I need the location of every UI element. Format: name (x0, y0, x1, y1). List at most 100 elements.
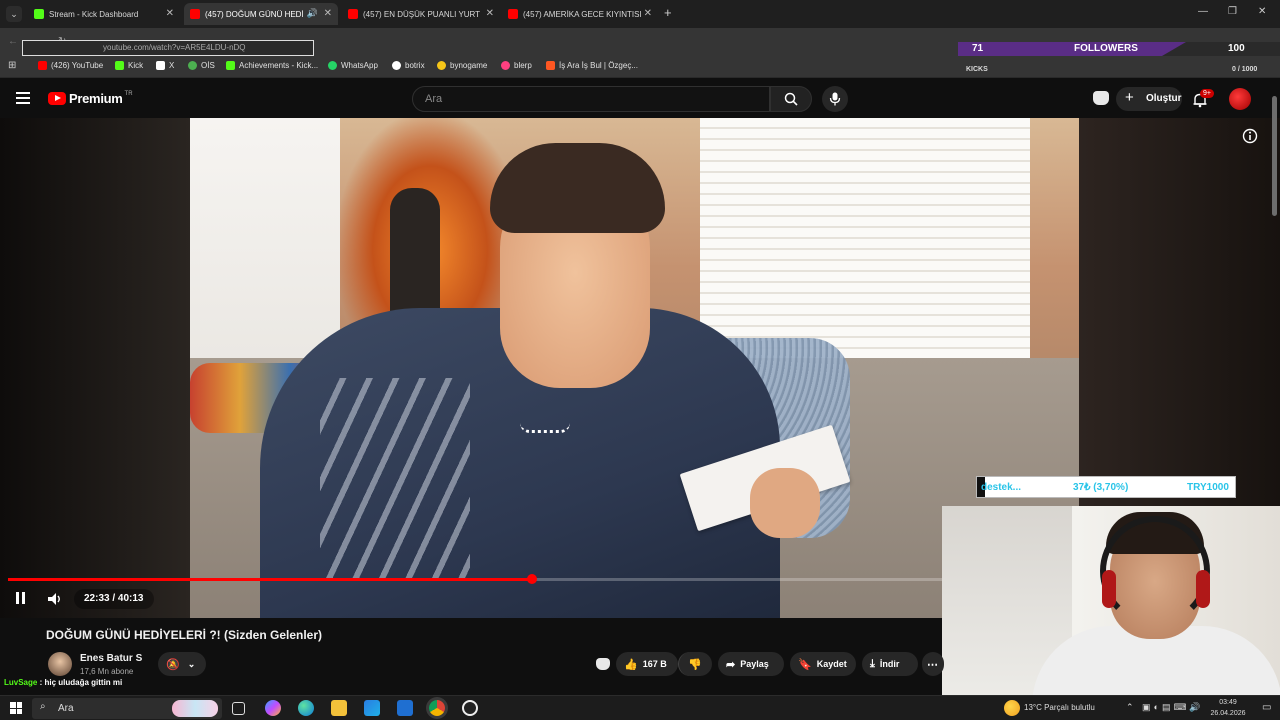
scrollbar-thumb[interactable] (1272, 96, 1277, 216)
save-button[interactable]: 🔖 Kaydet (790, 652, 856, 676)
tab-label: (457) EN DÜŞÜK PUANLI YURT (363, 9, 481, 19)
bookmark-blerp[interactable]: blerp (501, 61, 532, 70)
progress-scrubber[interactable] (527, 574, 537, 584)
tray-icons[interactable]: ▣◐▤⌨🔊 (1142, 702, 1204, 713)
weather-text[interactable]: 13°C Parçalı bulutlu (1024, 703, 1095, 712)
task-view-icon[interactable] (232, 702, 245, 715)
tab-youtube-amerika[interactable]: (457) AMERİKA GECE KIYINTISI ✕ (502, 3, 658, 25)
tab-search-dropdown[interactable]: ⌄ (6, 6, 22, 22)
voice-search-button[interactable] (822, 86, 848, 112)
store-icon[interactable] (364, 700, 380, 716)
ai-sparkle-icon[interactable] (596, 658, 610, 670)
menu-icon[interactable] (16, 92, 30, 104)
tab-kick-dashboard[interactable]: Stream - Kick Dashboard ✕ (28, 3, 180, 25)
bookmark-botrix[interactable]: botrix (392, 61, 425, 70)
window-blinds (700, 118, 1030, 368)
tab-youtube-dogum-gunu[interactable]: (457) DOĞUM GÜNÜ HEDİ 🔊 ✕ (184, 3, 338, 25)
new-tab-icon[interactable]: + (664, 5, 672, 20)
donation-progress: 37₺ (3,70%) (1073, 482, 1129, 493)
bookmark-kick[interactable]: Kick (115, 61, 143, 70)
bookmark-youtube[interactable]: (426) YouTube (38, 61, 103, 70)
blerp-icon (501, 61, 510, 70)
bookmark-x[interactable]: X (156, 61, 174, 70)
close-icon[interactable]: ✕ (644, 8, 652, 19)
weather-icon[interactable] (1004, 700, 1020, 716)
volume-icon[interactable] (47, 592, 63, 606)
youtube-icon (190, 9, 200, 19)
gamepad-icon[interactable] (1093, 91, 1109, 105)
bookmark-ois[interactable]: OİS (188, 61, 215, 70)
donation-goal: TRY1000 (1187, 482, 1229, 493)
progress-played (8, 578, 532, 581)
bookmark-label: WhatsApp (341, 61, 378, 70)
search-placeholder: Ara (425, 93, 443, 105)
video-progress-bar[interactable] (8, 574, 942, 584)
bookmark-label: X (169, 61, 175, 70)
tray-overflow-icon[interactable]: ⌃ (1126, 702, 1134, 713)
botrix-icon (392, 61, 401, 70)
bookmark-label: Achievements - Kick... (239, 61, 319, 70)
avatar[interactable] (1229, 88, 1251, 110)
taskbar-search[interactable]: ⌕ Ara (32, 698, 222, 719)
like-count: 167 B (642, 659, 667, 669)
share-button[interactable]: ➦ Paylaş (718, 652, 784, 676)
thumbs-up-icon: 👍 (624, 658, 638, 671)
channel-avatar[interactable] (48, 652, 72, 676)
download-button[interactable]: ⤓ İndir (862, 652, 918, 676)
share-label: Paylaş (740, 659, 769, 669)
pause-button[interactable] (14, 591, 28, 605)
edge-icon[interactable] (298, 700, 314, 716)
close-window-icon[interactable]: ✕ (1258, 6, 1266, 17)
file-explorer-icon[interactable] (331, 700, 347, 716)
save-label: Kaydet (816, 659, 847, 669)
obs-icon[interactable] (462, 700, 478, 716)
bookmark-achievements[interactable]: Achievements - Kick... (226, 61, 318, 70)
apps-grid-icon[interactable]: ⊞ (8, 60, 16, 71)
copilot-icon[interactable] (265, 700, 281, 716)
back-icon[interactable]: ← (8, 36, 18, 47)
mail-icon[interactable] (397, 700, 413, 716)
taskbar-clock[interactable]: 03:49 26.04.2026 (1198, 697, 1258, 719)
pause-icon (16, 592, 19, 604)
more-actions-button[interactable]: ⋯ (922, 652, 944, 676)
subscribed-button[interactable]: 🔕 ⌄ (158, 652, 206, 676)
thumbs-down-icon: 👎 (688, 658, 702, 671)
chrome-icon[interactable] (429, 700, 445, 716)
headphone-cup-left (1102, 570, 1116, 608)
download-icon: ⤓ (870, 657, 875, 670)
ois-icon (188, 61, 197, 70)
audio-playing-icon[interactable]: 🔊 (307, 8, 318, 19)
bookmark-is-ara[interactable]: İş Ara İş Bul | Özgeç... (546, 61, 638, 70)
minimize-icon[interactable]: — (1198, 6, 1208, 17)
bookmark-label: Kick (128, 61, 144, 70)
bookmark-whatsapp[interactable]: WhatsApp (328, 61, 378, 70)
close-icon[interactable]: ✕ (486, 8, 494, 19)
close-icon[interactable]: ✕ (324, 8, 332, 19)
start-button[interactable] (10, 702, 22, 714)
channel-name[interactable]: Enes Batur S (80, 653, 142, 664)
search-input[interactable]: Ara (412, 86, 770, 112)
search-icon: ⌕ (40, 701, 46, 712)
close-icon[interactable]: ✕ (166, 8, 174, 19)
url-text: youtube.com/watch?v=AR5E4LDU-nDQ (103, 43, 246, 52)
tab-label: Stream - Kick Dashboard (49, 9, 139, 19)
browser-tab-bar: ⌄ Stream - Kick Dashboard ✕ (457) DOĞUM … (0, 0, 1280, 28)
search-button[interactable] (770, 86, 812, 112)
restore-icon[interactable]: ❐ (1228, 6, 1237, 17)
page-scrollbar[interactable] (1270, 84, 1278, 694)
url-input[interactable]: youtube.com/watch?v=AR5E4LDU-nDQ (22, 40, 314, 56)
windows-taskbar: ⌕ Ara 13°C Parçalı bulutlu ⌃ ▣◐▤⌨🔊 03:49… (0, 695, 1280, 720)
kick-icon (226, 61, 235, 70)
youtube-premium-logo[interactable]: Premium TR (48, 91, 133, 106)
tab-youtube-en-dusuk[interactable]: (457) EN DÜŞÜK PUANLI YURT ✕ (342, 3, 500, 25)
dislike-button[interactable]: 👎 (678, 652, 712, 676)
kick-icon (115, 61, 124, 70)
logo-text: Premium (69, 91, 123, 106)
create-button[interactable]: + Oluştur (1116, 87, 1182, 111)
notification-center-icon[interactable]: ▭ (1262, 702, 1271, 713)
bookmark-bynogame[interactable]: bynogame (437, 61, 487, 70)
search-highlight-image (172, 700, 218, 717)
tab-label: (457) DOĞUM GÜNÜ HEDİ (205, 9, 304, 19)
info-icon[interactable] (1242, 128, 1258, 144)
like-button[interactable]: 👍 167 B (616, 652, 678, 676)
